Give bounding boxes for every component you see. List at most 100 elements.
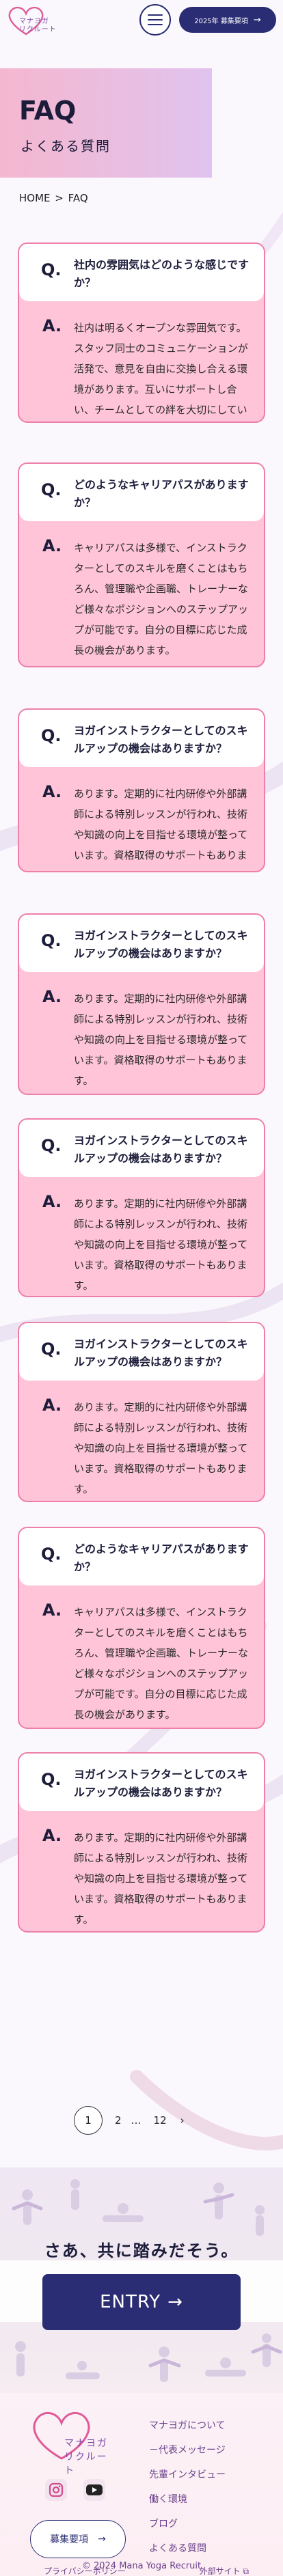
menu-bar [148, 24, 163, 25]
question-text: どのようなキャリアパスがありますか？ [74, 1542, 249, 1573]
faq-item[interactable]: Q. ヨガインストラクターとしてのスキルアップの機会はありますか？ A. ありま… [18, 1752, 265, 1933]
entry-section: さあ、共に踏みだそう。 ENTRY → [0, 2168, 283, 2393]
site-logo[interactable]: マナヨガ リクルート [5, 4, 60, 37]
faq-question: Q. どのようなキャリアパスがありますか？ [19, 464, 264, 521]
pagination-page-2[interactable]: 2 [115, 2114, 122, 2127]
recruit-info-label: 2025年 募集要項 [194, 17, 248, 25]
logo-text: マナヨガ リクルート [19, 18, 57, 33]
footer-nav-interview[interactable]: 先輩インタビュー [149, 2468, 226, 2482]
pagination-next-icon[interactable]: › [180, 2114, 185, 2127]
instagram-icon[interactable] [45, 2479, 67, 2501]
faq-answer: A. 社内は明るくオープンな雰囲気です。スタッフ同士のコミュニケーションが活発で… [19, 301, 264, 421]
faq-answer: A. あります。定期的に社内研修や外部講師による特別レッスンが行われ、技術や知識… [19, 1381, 264, 1501]
answer-mark: A. [42, 316, 62, 335]
faq-item[interactable]: Q. どのようなキャリアパスがありますか？ A. キャリアパスは多様で、インスト… [18, 1527, 265, 1729]
footer-nav-about[interactable]: マナヨガについて [149, 2419, 226, 2433]
answer-mark: A. [42, 987, 62, 1006]
social-links [45, 2479, 105, 2501]
answer-mark: A. [42, 1396, 62, 1415]
site-header: マナヨガ リクルート 2025年 募集要項 → [0, 0, 283, 40]
footer-logo-text: マナヨガ リクルート [64, 2438, 108, 2476]
question-mark: Q. [41, 726, 62, 745]
page: マナヨガ リクルート 2025年 募集要項 → FAQ よくある質問 HOME … [0, 0, 283, 2576]
faq-answer: A. キャリアパスは多様で、インストラクターとしてのスキルを磨くことはもちろん、… [19, 1585, 264, 1728]
footer-nav-faq[interactable]: よくある質問 [149, 2542, 226, 2556]
faq-answer: A. キャリアパスは多様で、インストラクターとしてのスキルを磨くことはもちろん、… [19, 521, 264, 666]
faq-item[interactable]: Q. 社内の雰囲気はどのような感じですか？ A. 社内は明るくオープンな雰囲気で… [18, 243, 265, 423]
entry-button[interactable]: ENTRY → [42, 2274, 241, 2330]
breadcrumb-home[interactable]: HOME [19, 192, 51, 204]
answer-mark: A. [42, 1826, 62, 1845]
footer-nav-message[interactable]: －代表メッセージ [149, 2443, 226, 2457]
faq-answer: A. あります。定期的に社内研修や外部講師による特別レッスンが行われ、技術や知識… [19, 767, 264, 871]
pagination-ellipsis: … [131, 2114, 142, 2127]
faq-item[interactable]: Q. ヨガインストラクターとしてのスキルアップの機会はありますか？ A. ありま… [18, 913, 265, 1095]
question-text: ヨガインストラクターとしてのスキルアップの機会はありますか？ [74, 1134, 248, 1165]
recruit-info-button[interactable]: 2025年 募集要項 → [179, 7, 276, 33]
answer-mark: A. [42, 536, 62, 555]
faq-item[interactable]: Q. ヨガインストラクターとしてのスキルアップの機会はありますか？ A. ありま… [18, 1118, 265, 1297]
copyright: © 2024 Mana Yoga Recruit [81, 2561, 202, 2571]
entry-button-label: ENTRY [100, 2292, 161, 2312]
answer-text: キャリアパスは多様で、インストラクターとしてのスキルを磨くことはもちろん、管理職… [74, 542, 249, 656]
site-footer: マナヨガ リクルート 募集要項 → マナヨガについて －代表メッセージ 先輩イン… [0, 2393, 283, 2576]
answer-text: あります。定期的に社内研修や外部講師による特別レッスンが行われ、技術や知識の向上… [74, 788, 248, 871]
answer-text: キャリアパスは多様で、インストラクターとしてのスキルを磨くことはもちろん、管理職… [74, 1606, 249, 1721]
answer-text: あります。定期的に社内研修や外部講師による特別レッスンが行われ、技術や知識の向上… [74, 1197, 248, 1292]
footer-recruit-label: 募集要項 [50, 2534, 89, 2545]
faq-question: Q. ヨガインストラクターとしてのスキルアップの機会はありますか？ [19, 1323, 264, 1381]
question-text: ヨガインストラクターとしてのスキルアップの機会はありますか？ [74, 724, 248, 755]
page-subtitle: よくある質問 [21, 138, 111, 154]
faq-item[interactable]: Q. ヨガインストラクターとしてのスキルアップの機会はありますか？ A. ありま… [18, 1322, 265, 1502]
pagination-current-page[interactable]: 1 [74, 2106, 103, 2135]
question-text: 社内の雰囲気はどのような感じですか？ [74, 258, 250, 289]
question-mark: Q. [41, 480, 62, 499]
answer-text: あります。定期的に社内研修や外部講師による特別レッスンが行われ、技術や知識の向上… [74, 1401, 248, 1495]
question-mark: Q. [41, 1770, 62, 1789]
arrow-right-icon: → [167, 2292, 183, 2312]
menu-bar [148, 14, 163, 16]
footer-logo[interactable]: マナヨガ リクルート [29, 2408, 118, 2476]
question-text: ヨガインストラクターとしてのスキルアップの機会はありますか？ [74, 1338, 248, 1368]
faq-answer: A. あります。定期的に社内研修や外部講師による特別レッスンが行われ、技術や知識… [19, 1811, 264, 1931]
entry-catchphrase: さあ、共に踏みだそう。 [44, 2241, 239, 2260]
footer-nav-environment[interactable]: 働く環境 [149, 2493, 226, 2506]
breadcrumb-separator: > [55, 192, 64, 204]
answer-mark: A. [42, 1192, 62, 1211]
faq-question: Q. 社内の雰囲気はどのような感じですか？ [19, 244, 264, 301]
youtube-icon[interactable] [83, 2479, 105, 2501]
faq-question: Q. ヨガインストラクターとしてのスキルアップの機会はありますか？ [19, 1754, 264, 1811]
faq-item[interactable]: Q. どのようなキャリアパスがありますか？ A. キャリアパスは多様で、インスト… [18, 462, 265, 667]
faq-question: Q. ヨガインストラクターとしてのスキルアップの機会はありますか？ [19, 1120, 264, 1177]
pagination: 1 2 … 12 › [74, 2106, 185, 2135]
page-title: FAQ [19, 96, 77, 126]
menu-bar [148, 19, 163, 20]
menu-button[interactable] [139, 4, 171, 36]
question-text: どのようなキャリアパスがありますか？ [74, 478, 249, 509]
faq-answer: A. あります。定期的に社内研修や外部講師による特別レッスンが行われ、技術や知識… [19, 1177, 264, 1296]
faq-question: Q. ヨガインストラクターとしてのスキルアップの機会はありますか？ [19, 915, 264, 972]
question-text: ヨガインストラクターとしてのスキルアップの機会はありますか？ [74, 1768, 248, 1799]
arrow-right-icon: → [98, 2534, 106, 2545]
question-mark: Q. [41, 931, 62, 950]
answer-text: あります。定期的に社内研修や外部講師による特別レッスンが行われ、技術や知識の向上… [74, 993, 248, 1087]
faq-item[interactable]: Q. ヨガインストラクターとしてのスキルアップの機会はありますか？ A. ありま… [18, 708, 265, 872]
answer-text: 社内は明るくオープンな雰囲気です。スタッフ同士のコミュニケーションが活発で、意見… [74, 322, 248, 416]
faq-question: Q. ヨガインストラクターとしてのスキルアップの機会はありますか？ [19, 710, 264, 767]
answer-text: あります。定期的に社内研修や外部講師による特別レッスンが行われ、技術や知識の向上… [74, 1831, 248, 1926]
arrow-right-icon: → [253, 14, 261, 25]
breadcrumb-current: FAQ [68, 192, 88, 204]
faq-question: Q. どのようなキャリアパスがありますか？ [19, 1528, 264, 1585]
question-text: ヨガインストラクターとしてのスキルアップの機会はありますか？ [74, 929, 248, 960]
footer-recruit-button[interactable]: 募集要項 → [30, 2520, 126, 2558]
question-mark: Q. [41, 1545, 62, 1564]
answer-mark: A. [42, 782, 62, 801]
pagination-page-last[interactable]: 12 [154, 2114, 167, 2127]
breadcrumb: HOME > FAQ [19, 192, 88, 204]
faq-answer: A. あります。定期的に社内研修や外部講師による特別レッスンが行われ、技術や知識… [19, 972, 264, 1094]
question-mark: Q. [41, 1136, 62, 1155]
question-mark: Q. [41, 1340, 62, 1359]
footer-nav-blog[interactable]: ブログ [149, 2517, 226, 2531]
answer-mark: A. [42, 1601, 62, 1620]
footer-nav: マナヨガについて －代表メッセージ 先輩インタビュー 働く環境 ブログ よくある… [149, 2419, 226, 2566]
